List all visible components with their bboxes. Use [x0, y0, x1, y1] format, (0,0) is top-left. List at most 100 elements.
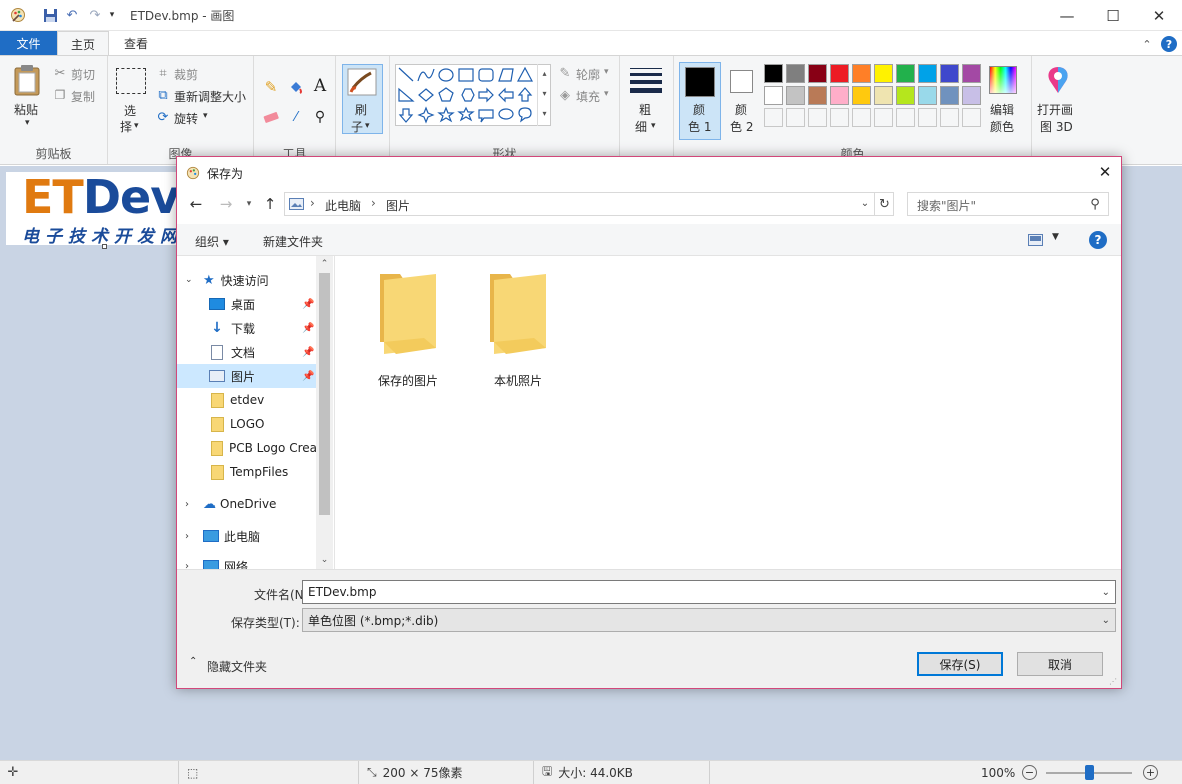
fill-button[interactable]: 填充	[576, 88, 600, 105]
select-label-1[interactable]: 选	[124, 102, 136, 119]
organize-button[interactable]: 组织 ▾	[195, 233, 229, 250]
select-label-2[interactable]: 择	[120, 118, 132, 135]
scroll-up-icon[interactable]: ⌃	[319, 258, 330, 270]
address-bar[interactable]: › 此电脑 › 图片 ⌄ ↻	[284, 192, 894, 216]
expand-chevron-icon[interactable]: ⌄	[185, 275, 199, 285]
size-label-1[interactable]: 粗	[639, 101, 651, 118]
palette-color-swatch[interactable]	[852, 64, 871, 83]
nav-network[interactable]: › 网络	[177, 554, 317, 569]
zoom-in-icon[interactable]: +	[1143, 765, 1158, 780]
save-icon[interactable]	[40, 6, 60, 24]
resize-grip-icon[interactable]: ⋰	[1109, 678, 1117, 686]
dialog-help-button[interactable]: ?	[1089, 231, 1107, 249]
palette-color-swatch[interactable]	[962, 64, 981, 83]
text-tool-icon[interactable]: A	[311, 77, 329, 95]
scroll-thumb[interactable]	[319, 273, 330, 515]
nav-item-pictures[interactable]: 图片 📌	[177, 364, 317, 388]
outline-button[interactable]: 轮廓	[576, 66, 600, 83]
hide-folders-button[interactable]: 隐藏文件夹	[207, 658, 267, 675]
nav-item-documents[interactable]: 文档 📌	[177, 340, 317, 364]
cut-button[interactable]: 剪切	[71, 66, 95, 83]
expand-chevron-icon[interactable]: ›	[185, 499, 199, 510]
filename-input[interactable]: ETDev.bmp ⌄	[302, 580, 1116, 604]
shapes-scroll[interactable]: ▴ ▾ ▾	[537, 64, 551, 126]
breadcrumb-this-pc[interactable]: 此电脑	[325, 197, 361, 214]
nav-this-pc[interactable]: › 此电脑	[177, 524, 317, 548]
palette-color-swatch[interactable]	[852, 86, 871, 105]
customize-toolbar-icon[interactable]: ▾	[106, 6, 118, 24]
new-folder-button[interactable]: 新建文件夹	[263, 233, 323, 250]
search-icon[interactable]: ⚲	[1088, 197, 1102, 211]
palette-color-swatch[interactable]	[830, 108, 849, 127]
tab-file[interactable]: 文件	[0, 31, 57, 56]
palette-color-swatch[interactable]	[874, 86, 893, 105]
back-icon[interactable]: ←	[187, 195, 205, 213]
edit-colors-label-2[interactable]: 颜色	[990, 118, 1014, 135]
help-icon[interactable]: ?	[1161, 36, 1177, 52]
nav-onedrive[interactable]: › ☁ OneDrive	[177, 492, 317, 516]
fill-bucket-icon[interactable]	[287, 78, 305, 96]
nav-item-logo[interactable]: LOGO	[177, 412, 317, 436]
filename-dropdown-icon[interactable]: ⌄	[1102, 587, 1110, 598]
palette-color-swatch[interactable]	[786, 64, 805, 83]
paint3d-icon[interactable]	[1042, 64, 1074, 96]
palette-color-swatch[interactable]	[874, 108, 893, 127]
palette-color-swatch[interactable]	[808, 108, 827, 127]
search-box[interactable]: 搜索"图片" ⚲	[907, 192, 1109, 216]
palette-color-swatch[interactable]	[896, 64, 915, 83]
palette-color-swatch[interactable]	[852, 108, 871, 127]
hide-folders-icon[interactable]: ⌃	[189, 656, 197, 667]
nav-quick-access[interactable]: ⌄ ★ 快速访问	[177, 268, 317, 292]
refresh-icon[interactable]: ↻	[874, 193, 894, 215]
tab-view[interactable]: 查看	[112, 31, 160, 56]
collapse-ribbon-icon[interactable]: ⌃	[1140, 37, 1154, 51]
paint3d-label-2[interactable]: 图 3D	[1040, 118, 1073, 135]
palette-color-swatch[interactable]	[786, 86, 805, 105]
paint3d-label-1[interactable]: 打开画	[1037, 101, 1073, 118]
save-dialog-button[interactable]: 保存(S)	[917, 652, 1003, 676]
palette-color-swatch[interactable]	[786, 108, 805, 127]
nav-scrollbar[interactable]: ⌃ ⌄	[316, 256, 333, 569]
palette-color-swatch[interactable]	[962, 86, 981, 105]
breadcrumb-pictures[interactable]: 图片	[386, 197, 410, 214]
resize-button[interactable]: 重新调整大小	[174, 88, 246, 105]
zoom-slider-thumb[interactable]	[1085, 765, 1094, 780]
size-dropdown-icon[interactable]: ▾	[651, 121, 656, 131]
color2-label-1[interactable]: 颜	[735, 101, 747, 118]
folder-item[interactable]: 保存的图片	[358, 270, 458, 388]
palette-color-swatch[interactable]	[764, 86, 783, 105]
crop-button[interactable]: 裁剪	[174, 66, 198, 83]
filetype-dropdown-icon[interactable]: ⌄	[1102, 615, 1110, 626]
scroll-down-icon[interactable]: ⌄	[319, 554, 330, 566]
rotate-dropdown-icon[interactable]: ▾	[203, 111, 208, 121]
image-canvas[interactable]: ETDev 电子技术开发网	[6, 172, 201, 249]
expand-chevron-icon[interactable]: ›	[185, 561, 199, 570]
minimize-button[interactable]: —	[1044, 0, 1090, 31]
palette-color-swatch[interactable]	[962, 108, 981, 127]
recent-locations-icon[interactable]: ▾	[243, 197, 255, 211]
palette-color-swatch[interactable]	[764, 64, 783, 83]
size-label-2[interactable]: 细	[635, 118, 647, 135]
palette-color-swatch[interactable]	[808, 64, 827, 83]
folder-item[interactable]: 本机照片	[468, 270, 568, 388]
palette-color-swatch[interactable]	[896, 108, 915, 127]
cancel-dialog-button[interactable]: 取消	[1017, 652, 1103, 676]
nav-item-tempfiles[interactable]: TempFiles	[177, 460, 317, 484]
palette-color-swatch[interactable]	[830, 64, 849, 83]
dialog-close-button[interactable]: ✕	[1089, 157, 1121, 186]
nav-item-etdev[interactable]: etdev	[177, 388, 317, 412]
tab-home[interactable]: 主页	[57, 31, 109, 56]
up-icon[interactable]: ↑	[261, 195, 279, 213]
maximize-button[interactable]: ☐	[1090, 0, 1136, 31]
edit-colors-icon[interactable]	[989, 66, 1017, 94]
nav-item-desktop[interactable]: 桌面 📌	[177, 292, 317, 316]
forward-icon[interactable]: →	[217, 195, 235, 213]
palette-color-swatch[interactable]	[830, 86, 849, 105]
palette-color-swatch[interactable]	[940, 108, 959, 127]
eraser-icon[interactable]	[262, 108, 280, 126]
palette-color-swatch[interactable]	[918, 86, 937, 105]
brushes-dropdown-icon[interactable]: ▾	[365, 121, 370, 131]
nav-item-pcb-logo[interactable]: PCB Logo Crea	[177, 436, 317, 460]
close-button[interactable]: ✕	[1136, 0, 1182, 31]
palette-color-swatch[interactable]	[918, 64, 937, 83]
